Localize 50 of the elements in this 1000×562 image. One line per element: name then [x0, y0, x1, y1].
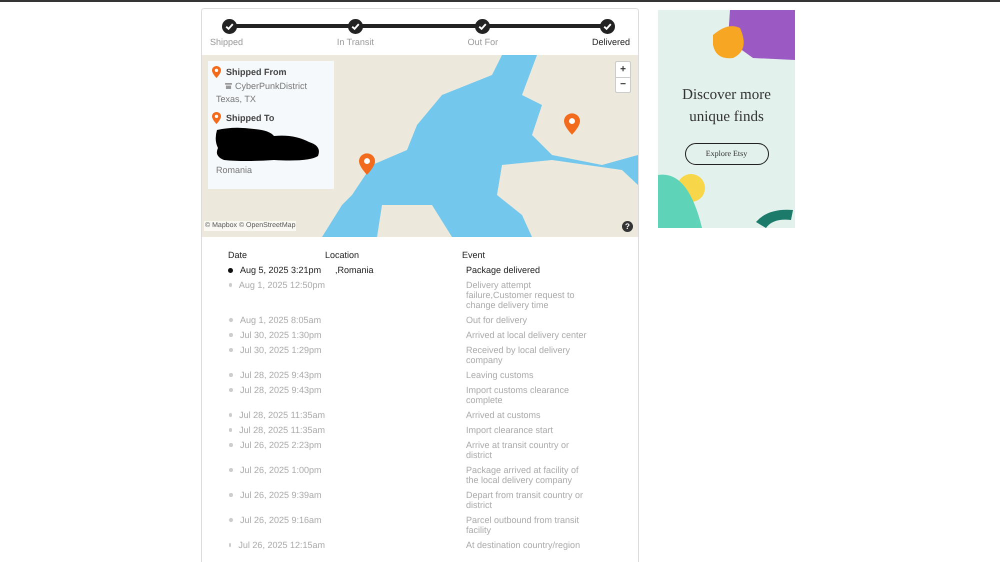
date-cell: Jul 26, 2025 2:23pm	[240, 440, 322, 450]
date-cell: Jul 28, 2025 11:35am	[239, 424, 325, 434]
date-cell: Jul 30, 2025 1:29pm	[240, 344, 322, 354]
column-header: Date	[228, 249, 248, 262]
date-cell: Jul 26, 2025 9:39am	[240, 490, 322, 500]
event-cell: Arrived at local delivery center	[466, 330, 588, 340]
event-cell-text: Out for delivery	[466, 314, 528, 324]
origin-place: Texas, TX	[216, 93, 257, 106]
location-cell: ,Romania	[335, 264, 374, 274]
origin-title: Shipped From	[226, 66, 288, 79]
shop-icon	[225, 83, 232, 90]
date-cell: Jul 28, 2025 9:43pm	[240, 384, 322, 394]
event-cell-text: At destination country/region	[466, 540, 582, 550]
date-cell: Jul 30, 2025 1:30pm	[240, 330, 322, 340]
date-cell: Aug 1, 2025 12:50pm	[238, 280, 325, 290]
date-cell: Jul 28, 2025 9:43pm	[240, 370, 322, 380]
step-label: Delivered	[592, 36, 630, 49]
zoom-out-button[interactable]: −	[616, 77, 630, 92]
event-cell-text: Delivery attempt failure,Customer request to change delivery time	[466, 280, 576, 310]
step-label: In Transit	[336, 36, 374, 49]
step-label: Out For	[468, 36, 498, 49]
date-cell: Aug 5, 2025 3:21pm	[240, 264, 322, 274]
event-cell-text: Parcel outbound from transit facility	[466, 514, 580, 534]
step-label: Shipped	[210, 36, 244, 49]
date-cell: Jul 26, 2025 12:15am	[238, 540, 325, 550]
event-cell-text: Leaving customs	[466, 370, 535, 380]
map-pin-icon	[359, 153, 375, 175]
map-pin-icon	[212, 112, 221, 124]
event-cell-text: Import clearance start	[466, 424, 554, 434]
date-cell: Jul 26, 2025 1:00pm	[240, 464, 322, 474]
date-cell: Jul 28, 2025 11:35am	[239, 410, 325, 420]
explore-button[interactable]: Explore Etsy	[684, 143, 768, 165]
date-cell: Aug 1, 2025 8:05am	[240, 314, 322, 324]
column-header: Location	[325, 249, 360, 262]
map-pin-icon	[564, 113, 580, 135]
event-cell-text: Arrived at customs	[466, 410, 542, 420]
map-pin-icon	[212, 66, 221, 78]
date-cell: Jul 26, 2025 9:16am	[240, 514, 322, 524]
event-cell-text: Arrive at transit country or district	[466, 440, 570, 460]
event-cell-text: Package delivered	[466, 264, 542, 274]
event-cell-text: Depart from transit country or district	[466, 490, 584, 510]
destination-title: Shipped To	[226, 112, 276, 125]
shop-name: CyberPunkDistrict	[235, 80, 308, 93]
zoom-in-button[interactable]: +	[616, 62, 630, 77]
destination-country: Romania	[216, 164, 254, 177]
event-cell-text: Received by local delivery company	[466, 344, 572, 364]
ad-headline: Discover more unique finds	[681, 86, 772, 127]
event-cell-text: Import customs clearance complete	[466, 384, 570, 404]
column-header: Event	[462, 249, 486, 262]
event-cell-text: Package arrived at facility of the local delivery company	[466, 464, 580, 484]
